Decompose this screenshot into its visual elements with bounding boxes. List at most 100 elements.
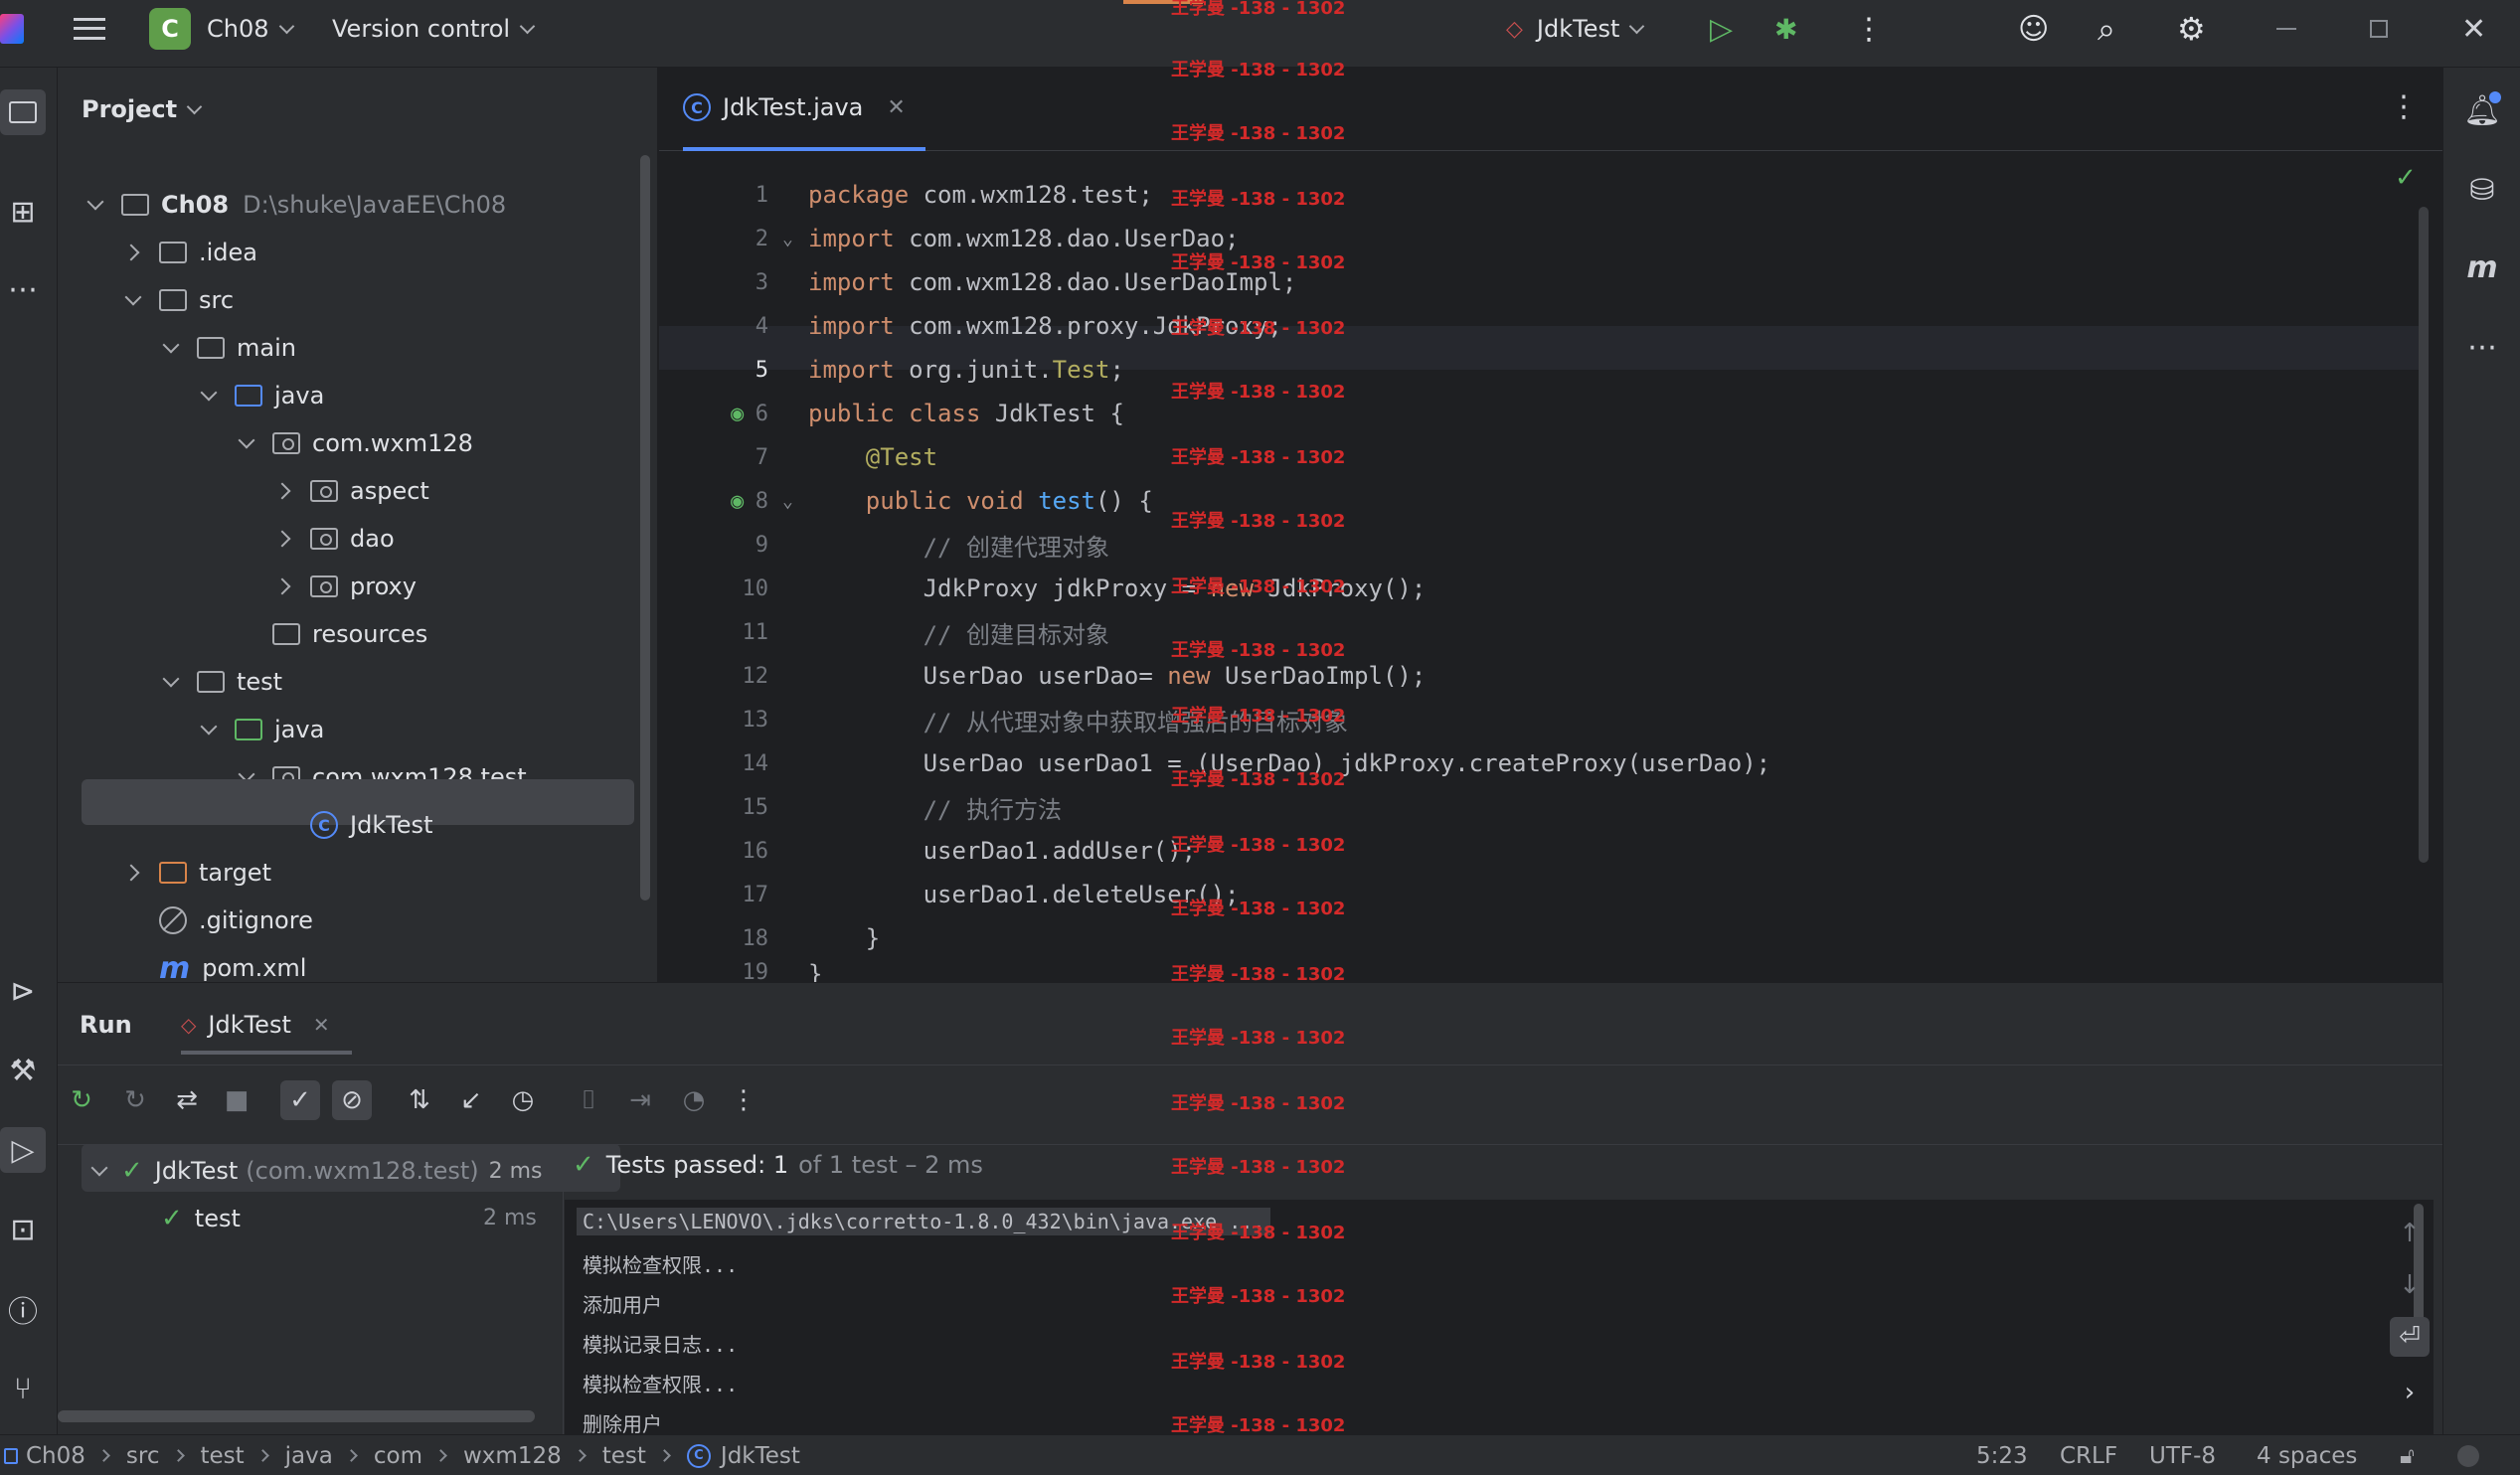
- tree-item-label: proxy: [350, 573, 417, 600]
- build-tool-button[interactable]: ⚒: [0, 1048, 46, 1093]
- chevron-right-icon: [171, 1449, 185, 1462]
- services-tool-button[interactable]: ⊳: [0, 968, 46, 1014]
- restore-button[interactable]: [2370, 0, 2388, 58]
- breadcrumb-item[interactable]: wxm128: [463, 1443, 562, 1469]
- expand-button[interactable]: ›: [2390, 1373, 2430, 1412]
- scroll-up-button[interactable]: ↑: [2390, 1214, 2430, 1253]
- code-editor[interactable]: C JdkTest.java ✕ ⋮ ✓ 1 package com.wxm12…: [659, 68, 2442, 982]
- tree-item-main[interactable]: main: [58, 326, 296, 370]
- coverage-button[interactable]: ◔: [674, 1080, 714, 1120]
- read-only-toggle[interactable]: 🔓︎: [2400, 1443, 2415, 1469]
- close-tab-icon[interactable]: ✕: [313, 1013, 330, 1037]
- breadcrumb-item[interactable]: test: [602, 1443, 646, 1469]
- structure-tool-button[interactable]: ⊞: [0, 189, 46, 235]
- history-button[interactable]: ◷: [503, 1080, 543, 1120]
- tree-item-dao[interactable]: dao: [58, 517, 395, 561]
- breadcrumb-item[interactable]: test: [201, 1443, 245, 1469]
- close-tab-icon[interactable]: ✕: [887, 95, 905, 120]
- breadcrumb-item[interactable]: src: [126, 1443, 160, 1469]
- toggle-auto-test-button[interactable]: ⇄: [167, 1080, 207, 1120]
- tree-item-idea[interactable]: .idea: [58, 231, 257, 274]
- close-window-button[interactable]: ✕: [2461, 0, 2486, 58]
- indent-setting[interactable]: 4 spaces: [2257, 1443, 2357, 1469]
- tree-item-ch08[interactable]: Ch08 D:\shuke\JavaEE\Ch08: [58, 183, 506, 227]
- breadcrumb-item[interactable]: JdkTest: [721, 1443, 800, 1469]
- test-tree-root[interactable]: ✓ JdkTest (com.wxm128.test) 2 ms: [87, 1156, 543, 1186]
- vcs-selector[interactable]: Version control: [332, 0, 536, 58]
- line-number: 10: [742, 575, 769, 601]
- tree-item-resources[interactable]: resources: [58, 612, 427, 656]
- run-tab-jdktest[interactable]: ◇ JdkTest ✕: [181, 999, 352, 1055]
- database-tool-button[interactable]: ⛁: [2459, 167, 2505, 213]
- add-user-button[interactable]: ☺: [2018, 0, 2049, 58]
- project-tool-button[interactable]: [0, 89, 46, 135]
- show-ignored-button[interactable]: ⊘: [332, 1080, 372, 1120]
- scroll-down-button[interactable]: ↓: [2390, 1265, 2430, 1305]
- show-passed-button[interactable]: ✓: [280, 1080, 320, 1120]
- tree-item-jdktest[interactable]: C JdkTest: [58, 803, 432, 847]
- minimize-button[interactable]: [2276, 0, 2296, 58]
- tree-item-gitignore[interactable]: .gitignore: [58, 899, 313, 942]
- sort-button[interactable]: ⇅: [400, 1080, 439, 1120]
- app-logo[interactable]: [0, 0, 30, 58]
- line-number: 16: [742, 838, 769, 864]
- editor-more-button[interactable]: ⋮: [2389, 89, 2419, 124]
- line-number: 7: [755, 444, 768, 470]
- breadcrumb-item[interactable]: Ch08: [26, 1443, 85, 1469]
- file-encoding[interactable]: UTF-8: [2149, 1443, 2216, 1469]
- chevron-down-icon: [278, 18, 294, 34]
- ai-status-icon[interactable]: [2457, 1445, 2479, 1467]
- run-tool-button[interactable]: ▷: [0, 1127, 46, 1173]
- run-button[interactable]: ▷: [1710, 0, 1733, 58]
- run-test-gutter-icon[interactable]: ◉: [731, 489, 744, 514]
- terminal-tool-button[interactable]: ⊡: [0, 1207, 46, 1252]
- test-tree-item[interactable]: ✓ test: [161, 1204, 241, 1233]
- test-tree-scrollbar[interactable]: [58, 1410, 535, 1422]
- search-button[interactable]: ⌕: [2098, 0, 2115, 58]
- tree-item-aspect[interactable]: aspect: [58, 469, 429, 513]
- tree-item-test[interactable]: test: [58, 660, 282, 704]
- caret-position[interactable]: 5:23: [1976, 1443, 2028, 1469]
- more-tools-button[interactable]: ⋯: [2459, 324, 2505, 370]
- settings-button[interactable]: ⚙: [2177, 0, 2206, 58]
- snapshot-button[interactable]: ⌷: [569, 1080, 608, 1120]
- import-tests-button[interactable]: ⇥: [620, 1080, 660, 1120]
- project-selector[interactable]: C Ch08: [149, 0, 294, 58]
- soft-wrap-button[interactable]: ⏎: [2390, 1317, 2430, 1357]
- breadcrumb-item[interactable]: com: [374, 1443, 422, 1469]
- run-config-selector[interactable]: ◇ JdkTest: [1506, 0, 1645, 58]
- run-test-gutter-icon[interactable]: ◉: [731, 402, 744, 426]
- chevron-right-icon: [97, 1449, 110, 1462]
- git-tool-button[interactable]: ⑂: [0, 1366, 46, 1411]
- rerun-button[interactable]: ↻: [62, 1080, 101, 1120]
- project-scrollbar[interactable]: [640, 155, 650, 901]
- line-separator[interactable]: CRLF: [2060, 1443, 2117, 1469]
- tree-item-test-java[interactable]: java: [58, 708, 324, 751]
- tree-item-proxy[interactable]: proxy: [58, 565, 417, 608]
- rerun-failed-button[interactable]: ↻: [115, 1080, 155, 1120]
- restore-icon: [2370, 20, 2388, 38]
- module-icon: [4, 1447, 18, 1464]
- tree-item-target[interactable]: target: [58, 851, 271, 895]
- project-panel-header[interactable]: Project: [82, 95, 203, 123]
- tree-item-main-java[interactable]: java: [58, 374, 324, 417]
- problems-tool-button[interactable]: ⓘ: [0, 1286, 46, 1332]
- more-run-actions-button[interactable]: ⋮: [724, 1080, 763, 1120]
- collapse-all-button[interactable]: ↙: [451, 1080, 491, 1120]
- tree-item-src[interactable]: src: [58, 278, 234, 322]
- more-actions-button[interactable]: ⋮: [1854, 0, 1884, 58]
- main-menu-button[interactable]: [74, 0, 105, 58]
- more-tools-button[interactable]: ⋯: [0, 266, 46, 312]
- debug-button[interactable]: ✱: [1774, 0, 1797, 58]
- maven-tool-button[interactable]: m: [2459, 245, 2505, 290]
- notifications-button[interactable]: 🔔︎: [2459, 87, 2505, 133]
- tab-jdktest-java[interactable]: C JdkTest.java ✕: [683, 68, 925, 151]
- console-output[interactable]: C:\Users\LENOVO\.jdks\corretto-1.8.0_432…: [565, 1200, 2434, 1445]
- fold-icon[interactable]: ⌄: [782, 491, 793, 512]
- tree-item-label: src: [199, 286, 235, 314]
- breadcrumb-item[interactable]: java: [285, 1443, 333, 1469]
- stop-button[interactable]: ■: [217, 1080, 256, 1120]
- tree-item-com-wxm128[interactable]: com.wxm128: [58, 421, 473, 465]
- fold-icon[interactable]: ⌄: [782, 229, 793, 249]
- chevron-down-icon: [519, 18, 536, 34]
